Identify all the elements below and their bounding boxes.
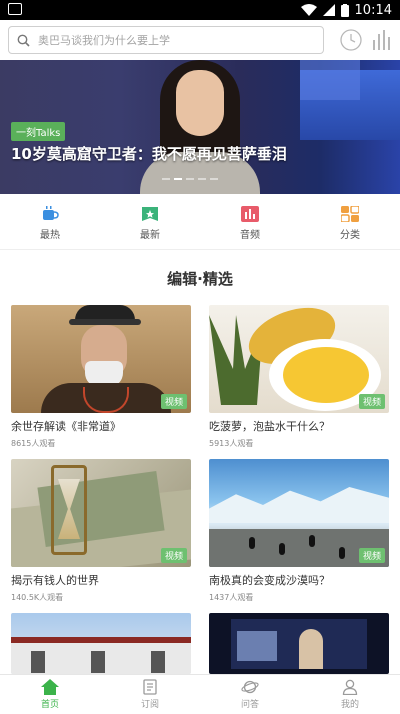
video-badge: 视频: [358, 394, 385, 409]
video-card[interactable]: 视频 吃菠萝，泡盐水干什么？ 5913人观看: [209, 305, 389, 449]
tab-home[interactable]: 首页: [0, 675, 100, 714]
video-views: 1437人观看: [209, 593, 254, 602]
search-icon: [17, 34, 30, 47]
video-badge: 视频: [358, 548, 385, 563]
video-thumbnail: 视频: [11, 305, 191, 413]
carousel-indicator: [162, 178, 218, 180]
person-icon: [342, 679, 358, 695]
tab-label: 问答: [240, 700, 259, 710]
quick-nav-label: 最热: [40, 230, 60, 241]
video-views: 5913人观看: [209, 439, 254, 448]
video-badge: 视频: [160, 548, 187, 563]
video-card[interactable]: [209, 613, 389, 674]
quick-nav-new[interactable]: 最新: [100, 194, 200, 249]
video-card[interactable]: 视频 揭示有钱人的世界 140.5K人观看: [11, 459, 191, 603]
video-card[interactable]: [11, 613, 191, 674]
bottom-tab-bar: 首页 订阅 问答 我的: [0, 674, 400, 714]
coffee-icon: [43, 206, 59, 220]
status-bar: 10:14: [0, 0, 400, 20]
video-views: 140.5K人观看: [11, 593, 64, 602]
battery-icon: [340, 3, 349, 17]
video-title: 余世存解读《非常道》: [11, 420, 121, 433]
video-views: 8615人观看: [11, 439, 56, 448]
carousel-dot-active: [174, 178, 182, 180]
tab-subscribe[interactable]: 订阅: [100, 675, 200, 714]
quick-nav-label: 最新: [140, 230, 160, 241]
home-icon: [41, 679, 59, 695]
banner-stage-light: [300, 60, 360, 100]
search-placeholder: 奥巴马谈我们为什么要上学: [38, 34, 170, 47]
status-icons: 10:14: [300, 0, 392, 20]
quick-nav-category[interactable]: 分类: [300, 194, 400, 249]
tab-profile[interactable]: 我的: [300, 675, 400, 714]
video-card[interactable]: 视频 南极真的会变成沙漠吗？ 1437人观看: [209, 459, 389, 603]
tab-label: 我的: [340, 700, 359, 710]
quick-nav-label: 音频: [240, 230, 260, 241]
video-title: 揭示有钱人的世界: [11, 574, 99, 587]
video-thumbnail: [209, 613, 389, 674]
audio-bars-icon: [241, 206, 259, 222]
new-star-icon: [142, 207, 158, 221]
video-title: 吃菠萝，泡盐水干什么？: [209, 420, 330, 433]
subscribe-icon: [143, 679, 157, 695]
carousel-dot: [162, 178, 170, 180]
carousel-dot: [186, 178, 194, 180]
banner-speaker-face: [176, 70, 224, 136]
category-grid-icon: [341, 206, 359, 222]
tab-qa[interactable]: 问答: [200, 675, 300, 714]
history-clock-icon[interactable]: [338, 28, 364, 54]
section-title: 编辑·精选: [167, 270, 233, 288]
tab-label: 订阅: [140, 700, 159, 710]
quick-nav-hot[interactable]: 最热: [0, 194, 100, 249]
quick-nav: 最热 最新 音频 分类: [0, 194, 400, 250]
signal-icon: [322, 4, 335, 16]
video-thumbnail: 视频: [11, 459, 191, 567]
video-thumbnail: 视频: [209, 459, 389, 567]
status-time: 10:14: [354, 2, 392, 18]
banner-carousel[interactable]: 一刻Talks 10岁莫高窟守卫者：我不愿再见菩萨垂泪: [0, 60, 400, 194]
planet-icon: [241, 680, 259, 694]
video-thumbnail: 视频: [209, 305, 389, 413]
banner-title: 10岁莫高窟守卫者：我不愿再见菩萨垂泪: [11, 145, 287, 163]
video-thumbnail: [11, 613, 191, 674]
quick-nav-audio[interactable]: 音频: [200, 194, 300, 249]
video-title: 南极真的会变成沙漠吗？: [209, 574, 330, 587]
notification-icon: [8, 3, 22, 15]
video-card[interactable]: 视频 余世存解读《非常道》 8615人观看: [11, 305, 191, 449]
header: 奥巴马谈我们为什么要上学: [0, 20, 400, 60]
carousel-dot: [210, 178, 218, 180]
search-input[interactable]: 奥巴马谈我们为什么要上学: [8, 26, 324, 54]
banner-tag: 一刻Talks: [11, 122, 66, 141]
ranking-bars-icon[interactable]: [370, 28, 396, 54]
quick-nav-label: 分类: [340, 230, 360, 241]
video-badge: 视频: [160, 394, 187, 409]
carousel-dot: [198, 178, 206, 180]
tab-label: 首页: [40, 700, 59, 710]
wifi-icon: [300, 4, 317, 16]
